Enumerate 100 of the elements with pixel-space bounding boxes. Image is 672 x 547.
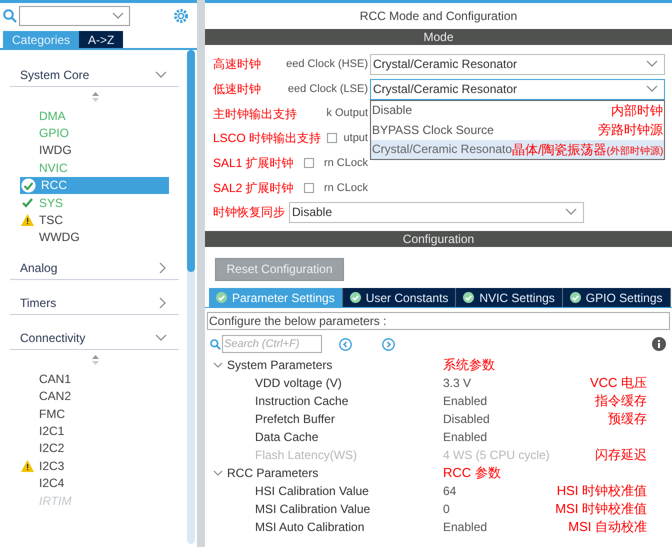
sidebar-item[interactable]: I2C2 [20, 440, 169, 458]
check-circle-icon [463, 292, 474, 303]
sidebar-item[interactable]: I2C1 [20, 422, 169, 440]
config-tab[interactable]: User Constants [342, 288, 456, 307]
chevron-down-icon[interactable] [155, 70, 167, 78]
parameter-name: Data Cache [255, 429, 320, 446]
sidebar-item[interactable]: CAN1 [20, 370, 169, 388]
info-icon[interactable] [652, 337, 666, 351]
annotation: 低速时钟 [213, 81, 261, 98]
section-title: System Parameters [227, 357, 334, 374]
dropdown-option[interactable]: BYPASS Clock Source 旁路时钟源 [371, 120, 664, 140]
parameter-name: MSI Calibration Value [255, 501, 372, 518]
config-tab[interactable]: NVIC Settings [456, 288, 563, 307]
chevron-down-icon[interactable] [112, 12, 124, 20]
section-header: Configuration [205, 231, 672, 247]
panel-title: RCC Mode and Configuration [360, 8, 518, 25]
parameter-name: HSI Calibration Value [255, 483, 370, 500]
checkbox[interactable] [327, 133, 338, 144]
field-label: eed Clock (HSE) [286, 57, 368, 72]
option-label: BYPASS Clock Source [372, 122, 494, 139]
annotation: 指令缓存 [595, 392, 647, 410]
sort-icon[interactable] [92, 355, 98, 366]
warning-icon [21, 460, 34, 472]
annotation: VCC 电压 [590, 374, 647, 392]
section-header: Mode [205, 29, 672, 45]
category-header[interactable]: Connectivity [10, 326, 179, 350]
previous-icon[interactable] [339, 338, 352, 350]
field-label: rn CLock [324, 180, 368, 196]
parameter-value[interactable]: Disabled [443, 412, 490, 426]
annotation: 高速时钟 [213, 56, 261, 74]
annotation: SAL1 扩展时钟 [213, 155, 294, 172]
parameter-name: VDD voltage (V) [255, 375, 343, 392]
parameter-value[interactable]: 3.3 V [443, 376, 472, 390]
option-label: Disable [372, 102, 412, 120]
checkbox[interactable] [304, 182, 314, 193]
next-icon[interactable] [382, 338, 395, 350]
annotation: 预缓存 [608, 410, 647, 428]
select-field[interactable]: Disable [289, 202, 584, 223]
sidebar-item[interactable]: I2C4 [20, 474, 169, 492]
annotation: LSCO 时钟输出支持 [213, 130, 322, 148]
field-label: rn CLock [324, 156, 368, 171]
parameter-value[interactable]: 0 [443, 502, 450, 516]
annotation: MSI 自动校准 [568, 518, 647, 536]
sidebar-item[interactable]: CAN2 [20, 388, 169, 405]
annotation: 主时钟输出支持 [213, 106, 297, 123]
check-circle-icon [350, 292, 361, 303]
section-title: RCC Parameters [227, 465, 320, 482]
check-circle-icon [570, 292, 581, 303]
check-icon [21, 196, 34, 210]
sidebar-item[interactable]: FMC [20, 404, 169, 422]
parameter-value[interactable]: Enabled [443, 520, 488, 534]
search-icon[interactable] [3, 8, 17, 22]
search-field[interactable] [19, 6, 130, 26]
chevron-down-icon[interactable] [646, 85, 658, 94]
scrollbar-thumb[interactable] [187, 50, 195, 272]
search-icon[interactable] [210, 338, 221, 350]
chevron-down-icon[interactable] [213, 362, 223, 368]
chevron-down-icon[interactable] [646, 60, 658, 68]
sidebar-item[interactable]: WWDG [20, 228, 169, 246]
select-field[interactable]: Crystal/Ceramic Resonator [370, 54, 665, 75]
chevron-right-icon[interactable] [159, 296, 167, 309]
annotation: HSI 时钟校准值 [556, 482, 647, 500]
parameter-name: Flash Latency(WS) [255, 447, 358, 464]
config-tab[interactable]: GPIO Settings [562, 288, 670, 307]
annotation: RCC 参数 [443, 464, 501, 482]
parameter-name: MSI Auto Calibration [255, 519, 366, 536]
annotation: SAL2 扩展时钟 [213, 180, 294, 197]
field-label: k Output [326, 106, 368, 122]
parameter-name: Prefetch Buffer [255, 411, 336, 428]
dropdown-option[interactable]: Crystal/Ceramic Resonato晶体/陶瓷振荡器(外部时钟源) [371, 140, 664, 160]
settings-icon[interactable] [173, 8, 189, 24]
chevron-right-icon[interactable] [159, 262, 167, 274]
check-circle-icon [21, 178, 36, 193]
sort-icon[interactable] [92, 92, 98, 102]
annotation: 旁路时钟源 [598, 121, 663, 140]
parameter-value[interactable]: 64 [443, 484, 456, 498]
checkbox[interactable] [304, 158, 314, 168]
sidebar-item[interactable]: TSC [20, 211, 169, 229]
option-label: Crystal/Ceramic Resonato [372, 141, 512, 158]
dropdown-option[interactable]: Disable 内部时钟 [371, 100, 664, 120]
sidebar-item[interactable]: I2C3 [20, 457, 169, 474]
sidebar-item[interactable]: IWDG [20, 142, 169, 160]
select-field[interactable]: Crystal/Ceramic Resonator [370, 78, 665, 100]
scrollbar-track[interactable] [187, 50, 195, 544]
annotation: 晶体/陶瓷振荡器 [512, 140, 607, 159]
chevron-down-icon[interactable] [155, 334, 167, 342]
chevron-down-icon[interactable] [565, 208, 577, 216]
chevron-down-icon[interactable] [213, 470, 223, 476]
search-field[interactable]: Search (Ctrl+F) [222, 335, 322, 353]
category-header[interactable]: Analog [10, 256, 179, 280]
check-circle-icon [216, 292, 227, 303]
annotation: 系统参数 [443, 356, 495, 374]
caption: Configure the below parameters : [209, 313, 386, 330]
parameter-name: Instruction Cache [255, 393, 350, 410]
parameter-value[interactable]: Enabled [443, 394, 488, 408]
annotation: 时钟恢复同步 [213, 204, 285, 222]
category-header[interactable]: Timers [10, 291, 179, 316]
category-header[interactable]: System Core [10, 63, 179, 87]
category-tab[interactable]: A->Z [79, 31, 124, 48]
parameter-value[interactable]: Enabled [443, 430, 488, 444]
